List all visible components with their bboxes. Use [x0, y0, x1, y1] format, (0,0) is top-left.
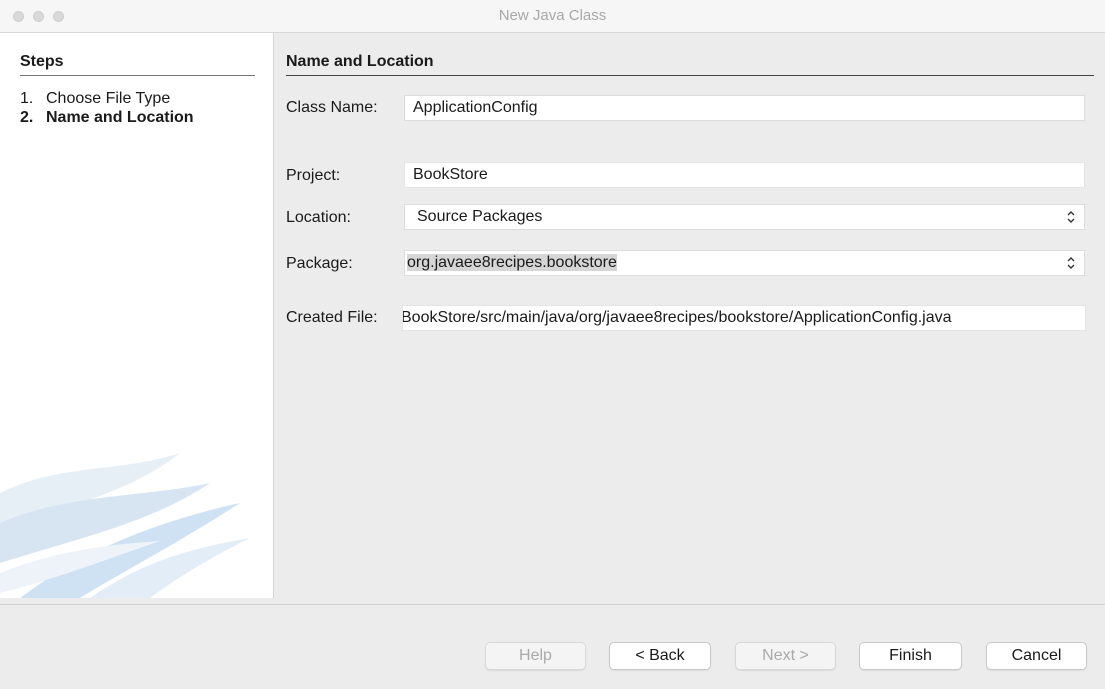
- step-number: 1.: [20, 90, 34, 107]
- next-button[interactable]: Next >: [735, 642, 836, 670]
- step-item-choose-file-type: 1. Choose File Type: [20, 90, 170, 108]
- step-item-name-and-location: 2. Name and Location: [20, 109, 194, 127]
- title-bar: New Java Class: [0, 0, 1105, 33]
- button-bar-separator: [0, 604, 1105, 605]
- window-title: New Java Class: [498, 7, 607, 24]
- package-combo[interactable]: org.javaee8recipes.bookstore: [404, 250, 1085, 276]
- decorative-swoosh-graphic: [0, 453, 250, 598]
- steps-panel: Steps 1. Choose File Type 2. Name and Loca…: [0, 33, 273, 598]
- package-input-value[interactable]: org.javaee8recipes.bookstore: [407, 254, 617, 271]
- created-file-label: Created File:: [286, 309, 378, 326]
- help-button[interactable]: Help: [485, 642, 586, 670]
- finish-button[interactable]: Finish: [859, 642, 962, 670]
- location-select[interactable]: Source Packages: [404, 204, 1085, 230]
- name-location-panel: Name and Location Class Name: Applicatio…: [274, 33, 1105, 598]
- step-number: 2.: [20, 109, 34, 126]
- package-label: Package:: [286, 255, 353, 272]
- project-label: Project:: [286, 167, 341, 184]
- project-field: BookStore: [404, 162, 1085, 188]
- dialog-window: New Java Class Steps 1. Choose File Type …: [0, 0, 1105, 689]
- class-name-input[interactable]: ApplicationConfig: [404, 95, 1085, 121]
- location-label: Location:: [286, 209, 351, 226]
- updown-chevron-icon[interactable]: [1066, 256, 1076, 272]
- step-label: Name and Location: [46, 109, 194, 126]
- updown-chevron-icon[interactable]: [1066, 210, 1076, 226]
- class-name-label: Class Name:: [286, 99, 378, 116]
- location-selected-value: Source Packages: [417, 208, 543, 225]
- steps-heading: Steps: [20, 53, 255, 76]
- cancel-button[interactable]: Cancel: [986, 642, 1087, 670]
- back-button[interactable]: < Back: [609, 642, 711, 670]
- step-label: Choose File Type: [46, 90, 171, 107]
- created-file-field: BookStore/src/main/java/org/javaee8recip…: [402, 305, 1086, 331]
- section-heading: Name and Location: [286, 53, 1094, 76]
